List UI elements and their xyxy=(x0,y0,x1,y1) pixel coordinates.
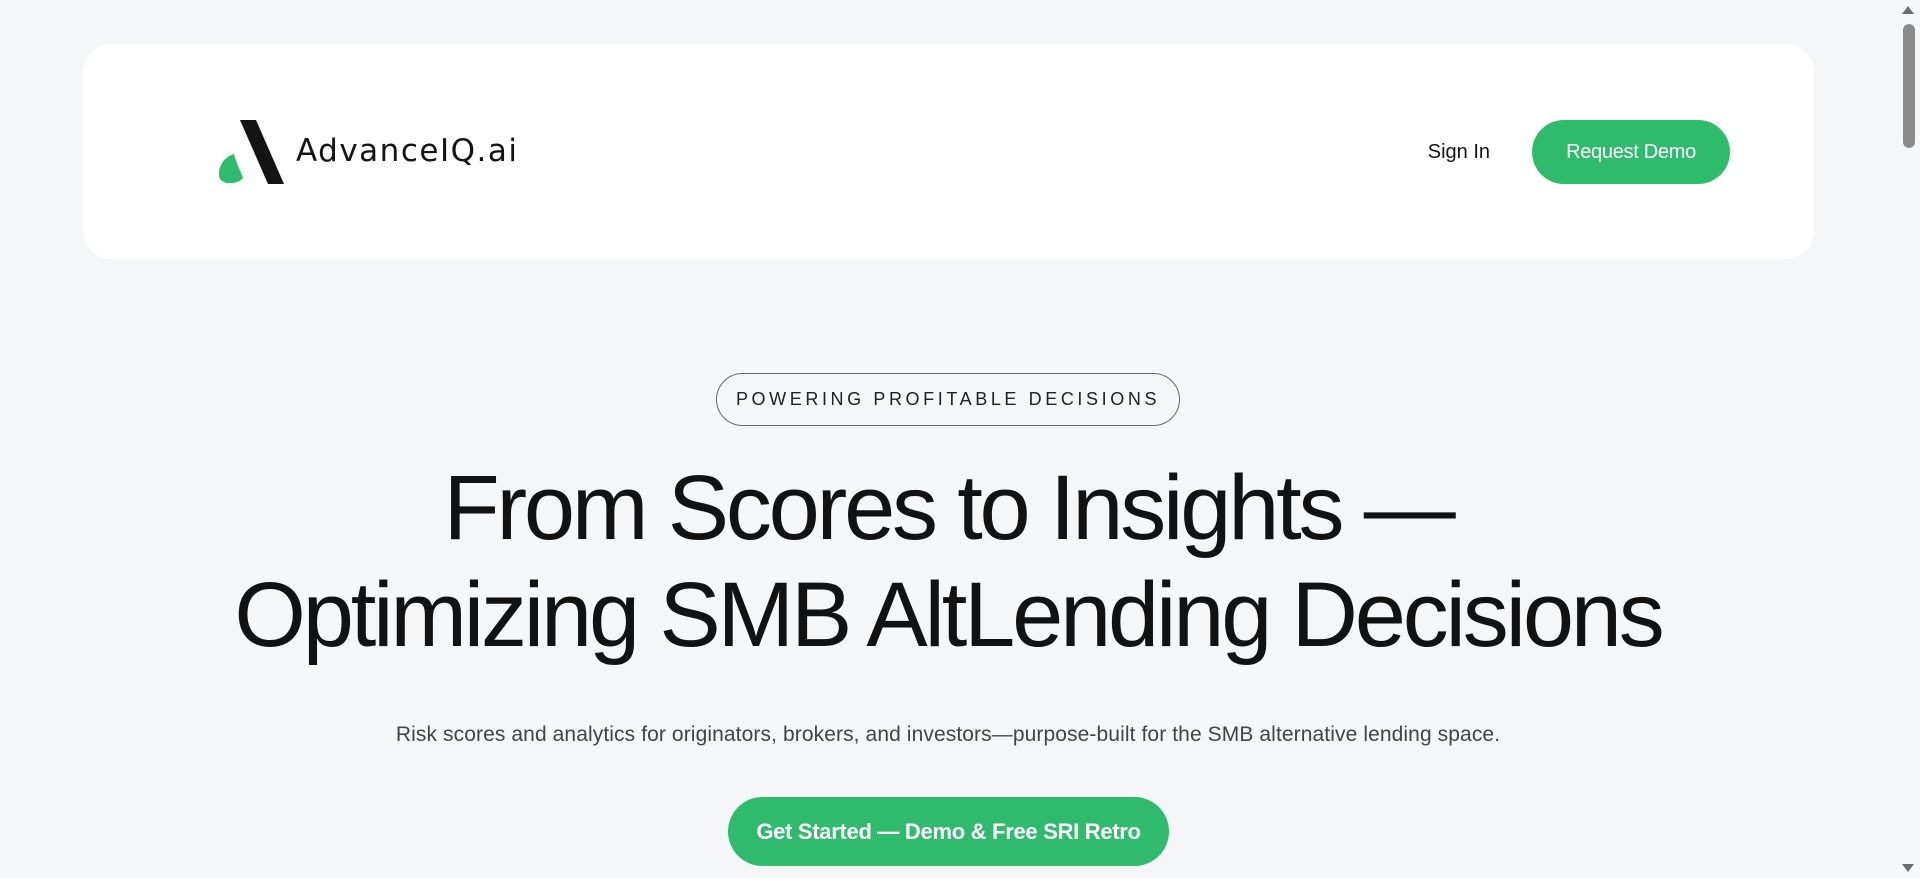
request-demo-button[interactable]: Request Demo xyxy=(1532,120,1730,184)
hero-subheadline: Risk scores and analytics for originator… xyxy=(395,723,1501,746)
hero-headline: From Scores to Insights — Optimizing SMB… xyxy=(0,455,1896,669)
page: AdvanceIQ.ai Sign In Request Demo POWERI… xyxy=(0,0,1920,878)
get-started-button[interactable]: Get Started — Demo & Free SRI Retro xyxy=(728,797,1169,866)
vertical-scrollbar[interactable] xyxy=(1896,0,1920,878)
scrollbar-thumb[interactable] xyxy=(1903,24,1915,148)
site-header: AdvanceIQ.ai Sign In Request Demo xyxy=(83,44,1814,259)
brand-logo[interactable]: AdvanceIQ.ai xyxy=(216,118,518,184)
eyebrow-pill: POWERING PROFITABLE DECISIONS xyxy=(716,373,1180,426)
scroll-up-arrow-icon[interactable] xyxy=(1902,6,1914,14)
advanceiq-logo-icon xyxy=(219,120,284,184)
headline-line-1: From Scores to Insights — xyxy=(443,457,1456,559)
headline-line-2: Optimizing SMB AltLending Decisions xyxy=(234,564,1664,666)
sign-in-link[interactable]: Sign In xyxy=(1428,141,1490,164)
header-nav: Sign In Request Demo xyxy=(1428,120,1730,184)
logo-text: AdvanceIQ.ai xyxy=(296,133,519,169)
scroll-down-arrow-icon[interactable] xyxy=(1902,864,1914,872)
